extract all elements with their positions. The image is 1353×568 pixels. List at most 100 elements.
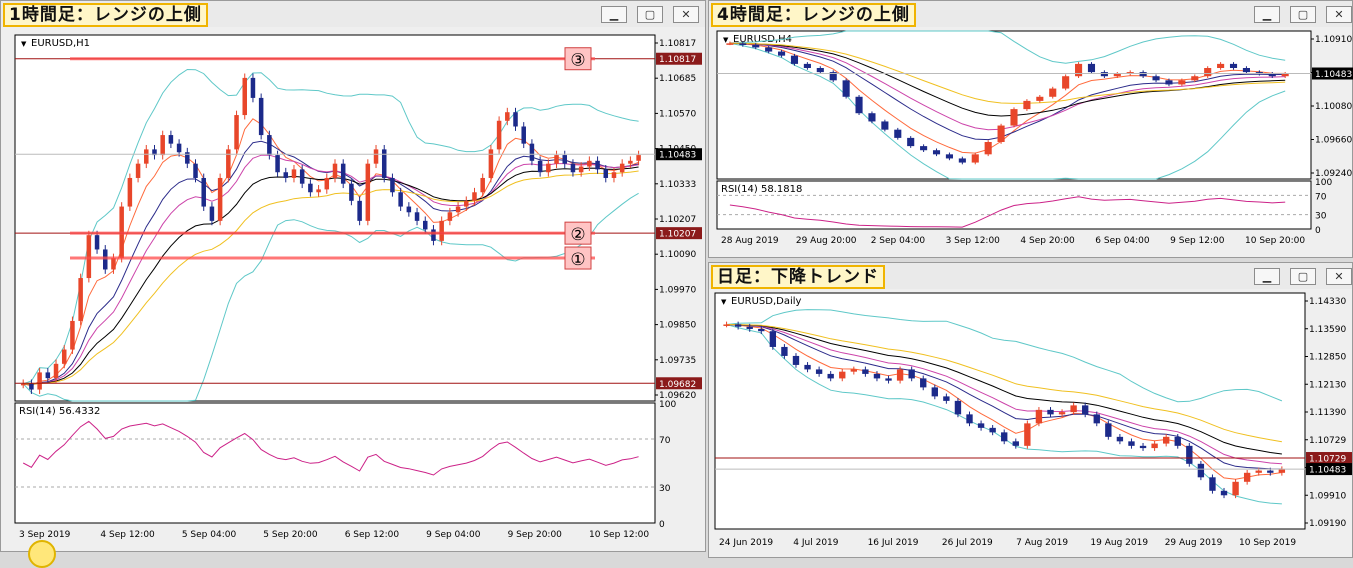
rsi-tick-label: 100 — [659, 400, 676, 410]
level-tag-label: 1.10207 — [659, 230, 696, 240]
candle-body — [954, 400, 962, 415]
candle-body — [1113, 73, 1121, 77]
candle-body — [546, 163, 551, 173]
price-tick-label: 1.09190 — [1309, 519, 1346, 529]
chart-daily[interactable]: ▼ EURUSD,Daily 1.14330 1.13590 1.12850 1.1213… — [709, 263, 1353, 559]
window-daily[interactable]: 日足：下降トレンド ▁ ▢ ✕ ▼ EURUSD,Daily 1.14330 1.13… — [708, 262, 1353, 558]
time-tick-label: 4 Jul 2019 — [793, 538, 838, 548]
candle-body — [1049, 88, 1057, 97]
price-tick-label: 1.13590 — [1309, 325, 1346, 335]
candle-body — [1062, 76, 1070, 89]
candle-body — [570, 163, 576, 173]
candle-body — [45, 372, 51, 379]
candle-body — [308, 183, 313, 193]
candle-body — [20, 383, 26, 386]
candle-body — [868, 113, 876, 122]
chart-h4[interactable]: ▼EURUSD,H41.109101.104831.100801.096601.… — [709, 1, 1353, 259]
candle-body — [1243, 472, 1251, 482]
candle-body — [1186, 445, 1193, 464]
price-tick-label: 1.09850 — [659, 321, 696, 331]
candle-body — [496, 120, 502, 150]
time-tick-label: 9 Sep 20:00 — [508, 530, 563, 540]
candle-body — [1174, 436, 1181, 446]
candle-body — [217, 177, 223, 221]
candle-body — [932, 150, 941, 155]
rsi-tick-label: 0 — [1315, 226, 1321, 236]
time-tick-label: 10 Sep 2019 — [1239, 538, 1296, 548]
candle-body — [537, 160, 543, 173]
candle-body — [258, 97, 264, 136]
window-h4[interactable]: 4時間足：レンジの上側 ▁ ▢ ✕ ▼EURUSD,H41.109101.104… — [708, 0, 1353, 258]
candle-body — [977, 423, 985, 428]
price-tick-label: 1.10685 — [659, 74, 696, 84]
candle-body — [636, 155, 641, 161]
candle-body — [850, 369, 858, 372]
price-tick-label: 1.10729 — [1309, 436, 1346, 446]
candle-body — [920, 146, 928, 151]
candle-body — [144, 149, 149, 164]
candle-body — [414, 212, 420, 221]
level-tag-label: 1.10483 — [1309, 466, 1346, 476]
price-tick-label: 1.10080 — [1315, 102, 1352, 112]
time-tick-label: 2 Sep 04:00 — [871, 236, 926, 246]
candle-body — [1255, 470, 1262, 473]
symbol-label: EURUSD,H1 — [31, 38, 90, 49]
chart-h1[interactable]: ▼EURUSD,H11.108171.106851.105701.104501.… — [1, 1, 707, 553]
candle-body — [488, 149, 494, 178]
candle-body — [1191, 76, 1199, 81]
candle-body — [885, 378, 892, 381]
price-tick-label: 1.10817 — [659, 39, 696, 49]
candle-body — [595, 160, 600, 170]
rsi-tick-label: 30 — [659, 484, 671, 494]
candle-body — [1268, 73, 1276, 77]
candle-body — [1217, 63, 1225, 68]
candle-body — [827, 373, 834, 379]
candle-body — [803, 63, 811, 68]
candle-body — [1162, 436, 1170, 444]
candle-body — [480, 177, 485, 193]
candle-body — [201, 177, 206, 207]
candle-body — [984, 142, 992, 155]
candle-body — [989, 427, 996, 433]
candle-body — [1165, 80, 1173, 85]
candle-body — [168, 135, 174, 144]
price-tick-label: 1.09660 — [1315, 136, 1352, 146]
window-h1[interactable]: 1時間足：レンジの上側 ▁ ▢ ✕ ▼ EURUSD,H1 1.10817 1.106… — [0, 0, 706, 552]
candle-body — [472, 192, 477, 201]
price-tick-label: 1.10333 — [659, 180, 696, 190]
candle-body — [1151, 443, 1158, 449]
candle-body — [332, 163, 338, 178]
candle-body — [1139, 72, 1147, 77]
candle-body — [862, 369, 869, 374]
candle-body — [816, 68, 824, 73]
candle-body — [324, 177, 330, 190]
time-tick-label: 16 Jul 2019 — [868, 538, 919, 548]
candle-body — [1001, 432, 1008, 442]
candle-body — [1024, 423, 1031, 446]
candle-body — [603, 169, 609, 178]
candle-body — [1204, 68, 1212, 77]
time-tick-label: 10 Sep 20:00 — [1245, 236, 1305, 246]
candle-body — [381, 149, 387, 178]
candle-body — [373, 149, 379, 164]
candle-body — [578, 166, 584, 173]
candle-body — [1105, 423, 1112, 437]
candle-body — [1087, 63, 1096, 73]
candle-body — [431, 229, 436, 241]
candle-body — [1139, 445, 1147, 449]
candle-body — [316, 189, 321, 193]
candle-body — [390, 177, 395, 193]
rsi-tick-label: 70 — [1315, 192, 1327, 202]
candle-body — [907, 137, 915, 147]
candle-body — [423, 220, 428, 230]
candle-body — [908, 369, 915, 379]
time-tick-label: 19 Aug 2019 — [1090, 538, 1148, 548]
symbol-label: EURUSD,Daily — [731, 296, 802, 307]
level-tag-label: 1.10483 — [659, 151, 696, 161]
candle-body — [1023, 100, 1031, 110]
time-tick-label: 28 Aug 2019 — [721, 236, 779, 246]
rsi-tick-label: 70 — [659, 436, 671, 446]
rsi-tick-label: 30 — [1315, 212, 1327, 222]
rsi-tick-label: 0 — [659, 520, 665, 530]
candle-body — [176, 143, 182, 153]
